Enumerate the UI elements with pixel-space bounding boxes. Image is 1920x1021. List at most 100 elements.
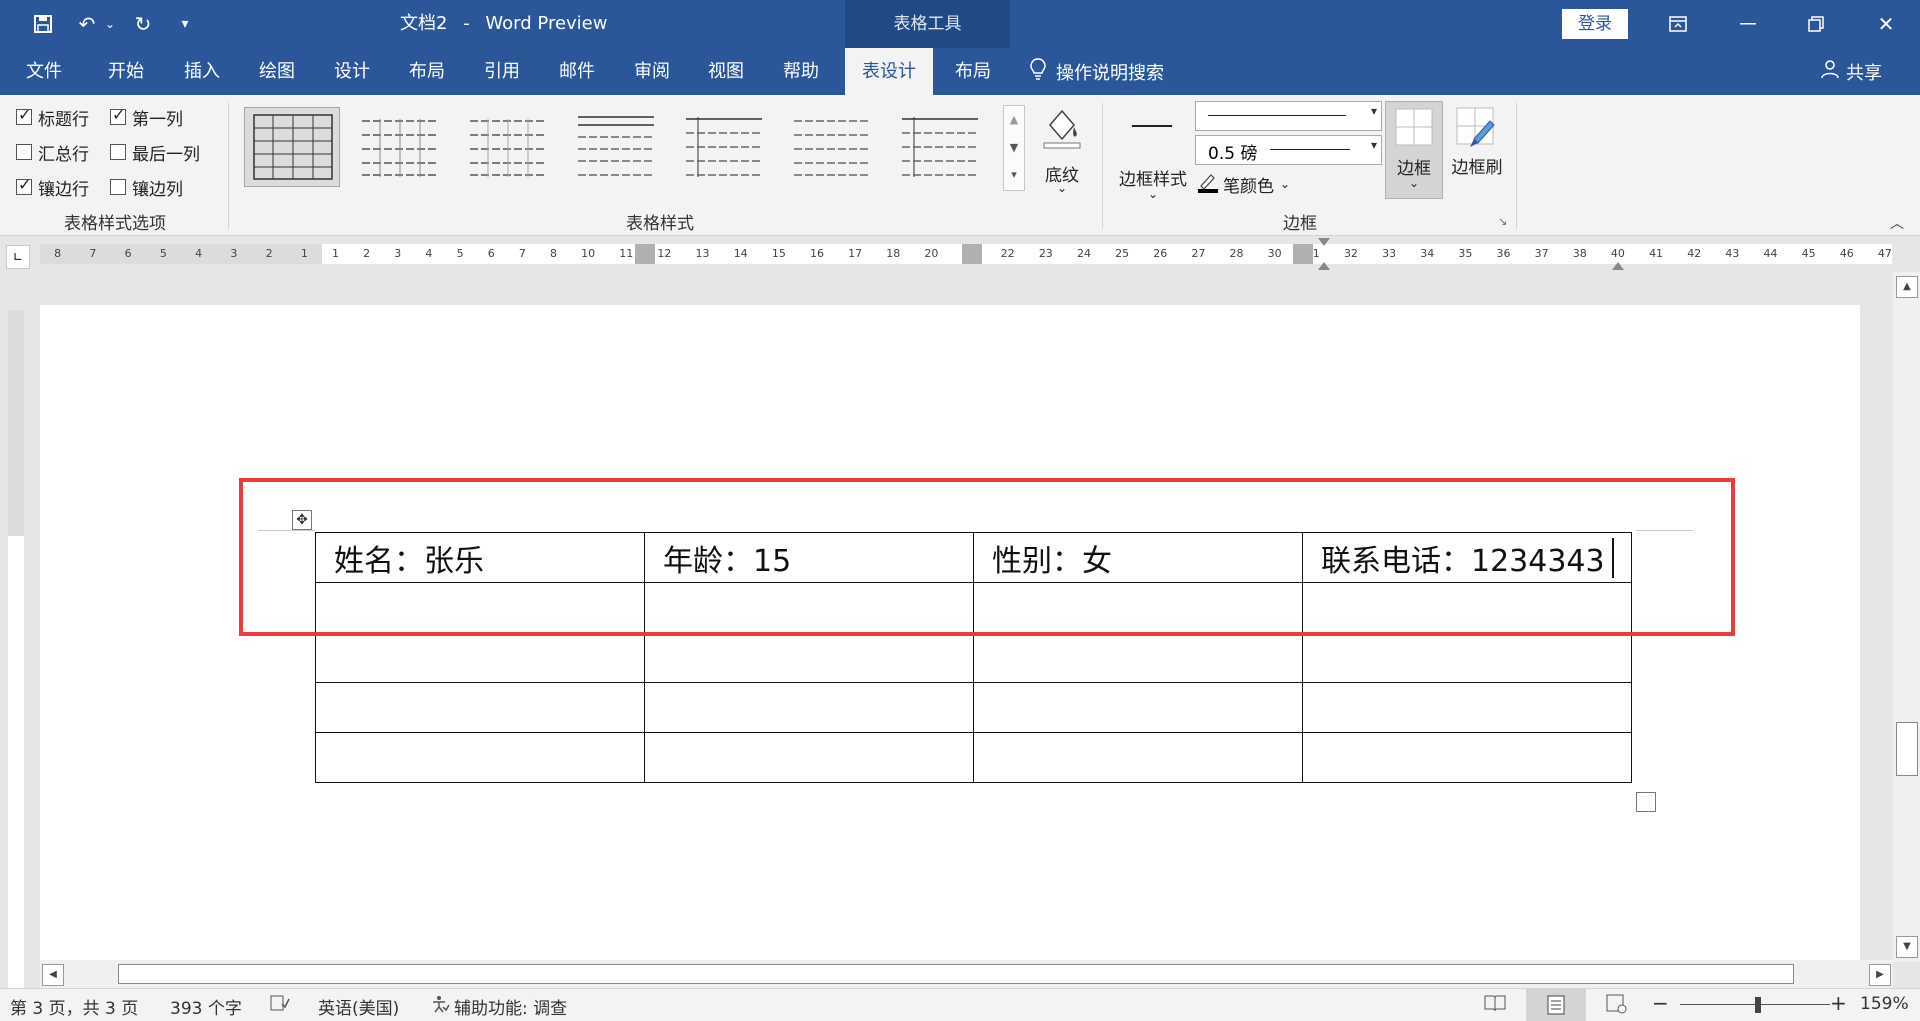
tab-design[interactable]: 设计 [324,48,380,95]
tab-references[interactable]: 引用 [474,48,530,95]
paint-bucket-icon [1040,105,1084,153]
line-style-dropdown[interactable]: ▾ [1195,101,1382,131]
scroll-left-icon[interactable]: ◀ [42,964,64,986]
customize-quick-access-icon[interactable]: ▾ [172,8,198,40]
undo-icon[interactable]: ↶ [70,8,104,40]
vertical-scrollbar[interactable]: ▲ ▼ [1893,272,1920,962]
total-row-checkbox[interactable]: 汇总行 [16,140,89,165]
table-cell[interactable] [1302,682,1632,733]
language-indicator[interactable]: 英语(美国) [318,994,399,1019]
banded-rows-checkbox[interactable]: 镶边行 [16,175,89,200]
banded-columns-checkbox[interactable]: 镶边列 [110,175,183,200]
table-cell[interactable] [315,732,645,783]
ruler-left-numbers: 8 7 6 5 4 3 2 1 [40,244,322,264]
tab-table-layout[interactable]: 布局 [945,48,1001,95]
login-button[interactable]: 登录 [1562,9,1628,39]
ribbon-display-options-icon[interactable] [1650,0,1706,48]
horizontal-scrollbar[interactable]: ◀ ▶ [40,960,1893,988]
tab-layout[interactable]: 布局 [399,48,455,95]
shading-button[interactable]: 底纹 ⌄ [1036,105,1088,197]
table-cell[interactable] [973,632,1303,683]
table-cell[interactable] [973,732,1303,783]
horizontal-scroll-thumb[interactable] [118,964,1794,984]
word-count[interactable]: 393 个字 [170,994,242,1019]
tab-view[interactable]: 视图 [698,48,754,95]
page-count[interactable]: 第 3 页，共 3 页 [10,994,138,1019]
borders-button[interactable]: 边框 ⌄ [1385,101,1443,199]
ruler-number: 15 [771,247,786,260]
tab-mailings[interactable]: 邮件 [549,48,605,95]
column-marker[interactable] [635,244,655,264]
column-marker[interactable] [1293,244,1313,264]
ruler-number: 40 [1610,247,1625,260]
scroll-down-icon[interactable]: ▼ [1896,936,1918,958]
ruler-number: 14 [733,247,748,260]
table-style-grid-selected[interactable] [244,107,340,187]
gallery-up-icon[interactable]: ▲ [1004,106,1024,134]
zoom-in-icon[interactable]: + [1830,991,1847,1015]
tell-me-search[interactable]: 操作说明搜索 [1030,48,1164,95]
zoom-slider-thumb[interactable] [1755,997,1761,1013]
borders-dialog-launcher-icon[interactable]: ↘ [1498,215,1507,228]
tab-draw[interactable]: 绘图 [249,48,305,95]
table-cell[interactable] [973,682,1303,733]
undo-dropdown-icon[interactable]: ⌄ [102,8,118,40]
table-cell[interactable] [315,632,645,683]
pen-color-button[interactable]: 笔颜色 ⌄ [1197,171,1290,197]
table-style-dashed-grid-2[interactable] [460,107,556,187]
accessibility-checker[interactable]: 辅助功能: 调查 [430,994,567,1019]
table-cell[interactable] [644,682,974,733]
table-style-first-column[interactable] [676,107,772,187]
minimize-icon[interactable] [1720,0,1776,48]
gallery-down-icon[interactable]: ▼ [1004,134,1024,162]
table-cell[interactable] [1302,632,1632,683]
header-row-checkbox[interactable]: 标题行 [16,105,89,130]
ruler-number: 45 [1801,247,1816,260]
close-icon[interactable]: ✕ [1858,0,1914,48]
collapse-ribbon-icon[interactable]: ︿ [1890,213,1904,233]
table-resize-handle[interactable] [1636,792,1656,812]
table-cell[interactable] [644,632,974,683]
table-style-header-line[interactable] [568,107,664,187]
tab-help[interactable]: 帮助 [773,48,829,95]
scroll-up-icon[interactable]: ▲ [1896,276,1918,298]
tab-insert[interactable]: 插入 [174,48,230,95]
column-marker[interactable] [962,244,982,264]
tab-selector-icon[interactable]: ∟ [6,245,30,269]
zoom-out-icon[interactable]: − [1652,991,1669,1015]
table-cell[interactable] [315,682,645,733]
hanging-indent-marker[interactable] [1318,262,1330,270]
read-mode-icon[interactable] [1484,994,1506,1017]
zoom-level[interactable]: 159% [1860,994,1909,1014]
restore-icon[interactable] [1788,0,1844,48]
first-line-indent-marker[interactable] [1318,238,1330,246]
scroll-right-icon[interactable]: ▶ [1869,964,1891,986]
redo-icon[interactable]: ↻ [126,8,160,40]
last-column-checkbox[interactable]: 最后一列 [110,140,200,165]
document-name: 文档2 [400,13,448,34]
border-style-line-icon [1132,125,1172,127]
line-weight-dropdown[interactable]: 0.5 磅 ▾ [1195,135,1382,165]
first-column-checkbox[interactable]: 第一列 [110,105,183,130]
table-cell[interactable] [644,732,974,783]
vertical-scroll-thumb[interactable] [1896,722,1918,776]
right-indent-marker[interactable] [1612,262,1624,270]
table-style-dashed-grid[interactable] [352,107,448,187]
border-styles-button[interactable]: 边框样式 ⌄ [1112,107,1194,203]
border-painter-button[interactable]: 边框刷 [1446,101,1508,199]
proofing-icon[interactable] [270,994,290,1017]
tab-table-design[interactable]: 表设计 [845,48,933,95]
style-gallery-scroll[interactable]: ▲ ▼ ▾ [1003,105,1025,191]
ruler-number: 20 [924,247,939,260]
web-layout-icon[interactable] [1606,994,1628,1019]
table-cell[interactable] [1302,732,1632,783]
table-style-column-line[interactable] [892,107,988,187]
gallery-more-icon[interactable]: ▾ [1004,162,1024,188]
tab-review[interactable]: 审阅 [624,48,680,95]
print-layout-button[interactable] [1526,989,1586,1021]
tab-file[interactable]: 文件 [18,48,70,95]
share-button[interactable]: 共享 [1820,48,1882,95]
save-icon[interactable] [26,8,60,40]
tab-home[interactable]: 开始 [98,48,154,95]
table-style-plain-dashed[interactable] [784,107,880,187]
